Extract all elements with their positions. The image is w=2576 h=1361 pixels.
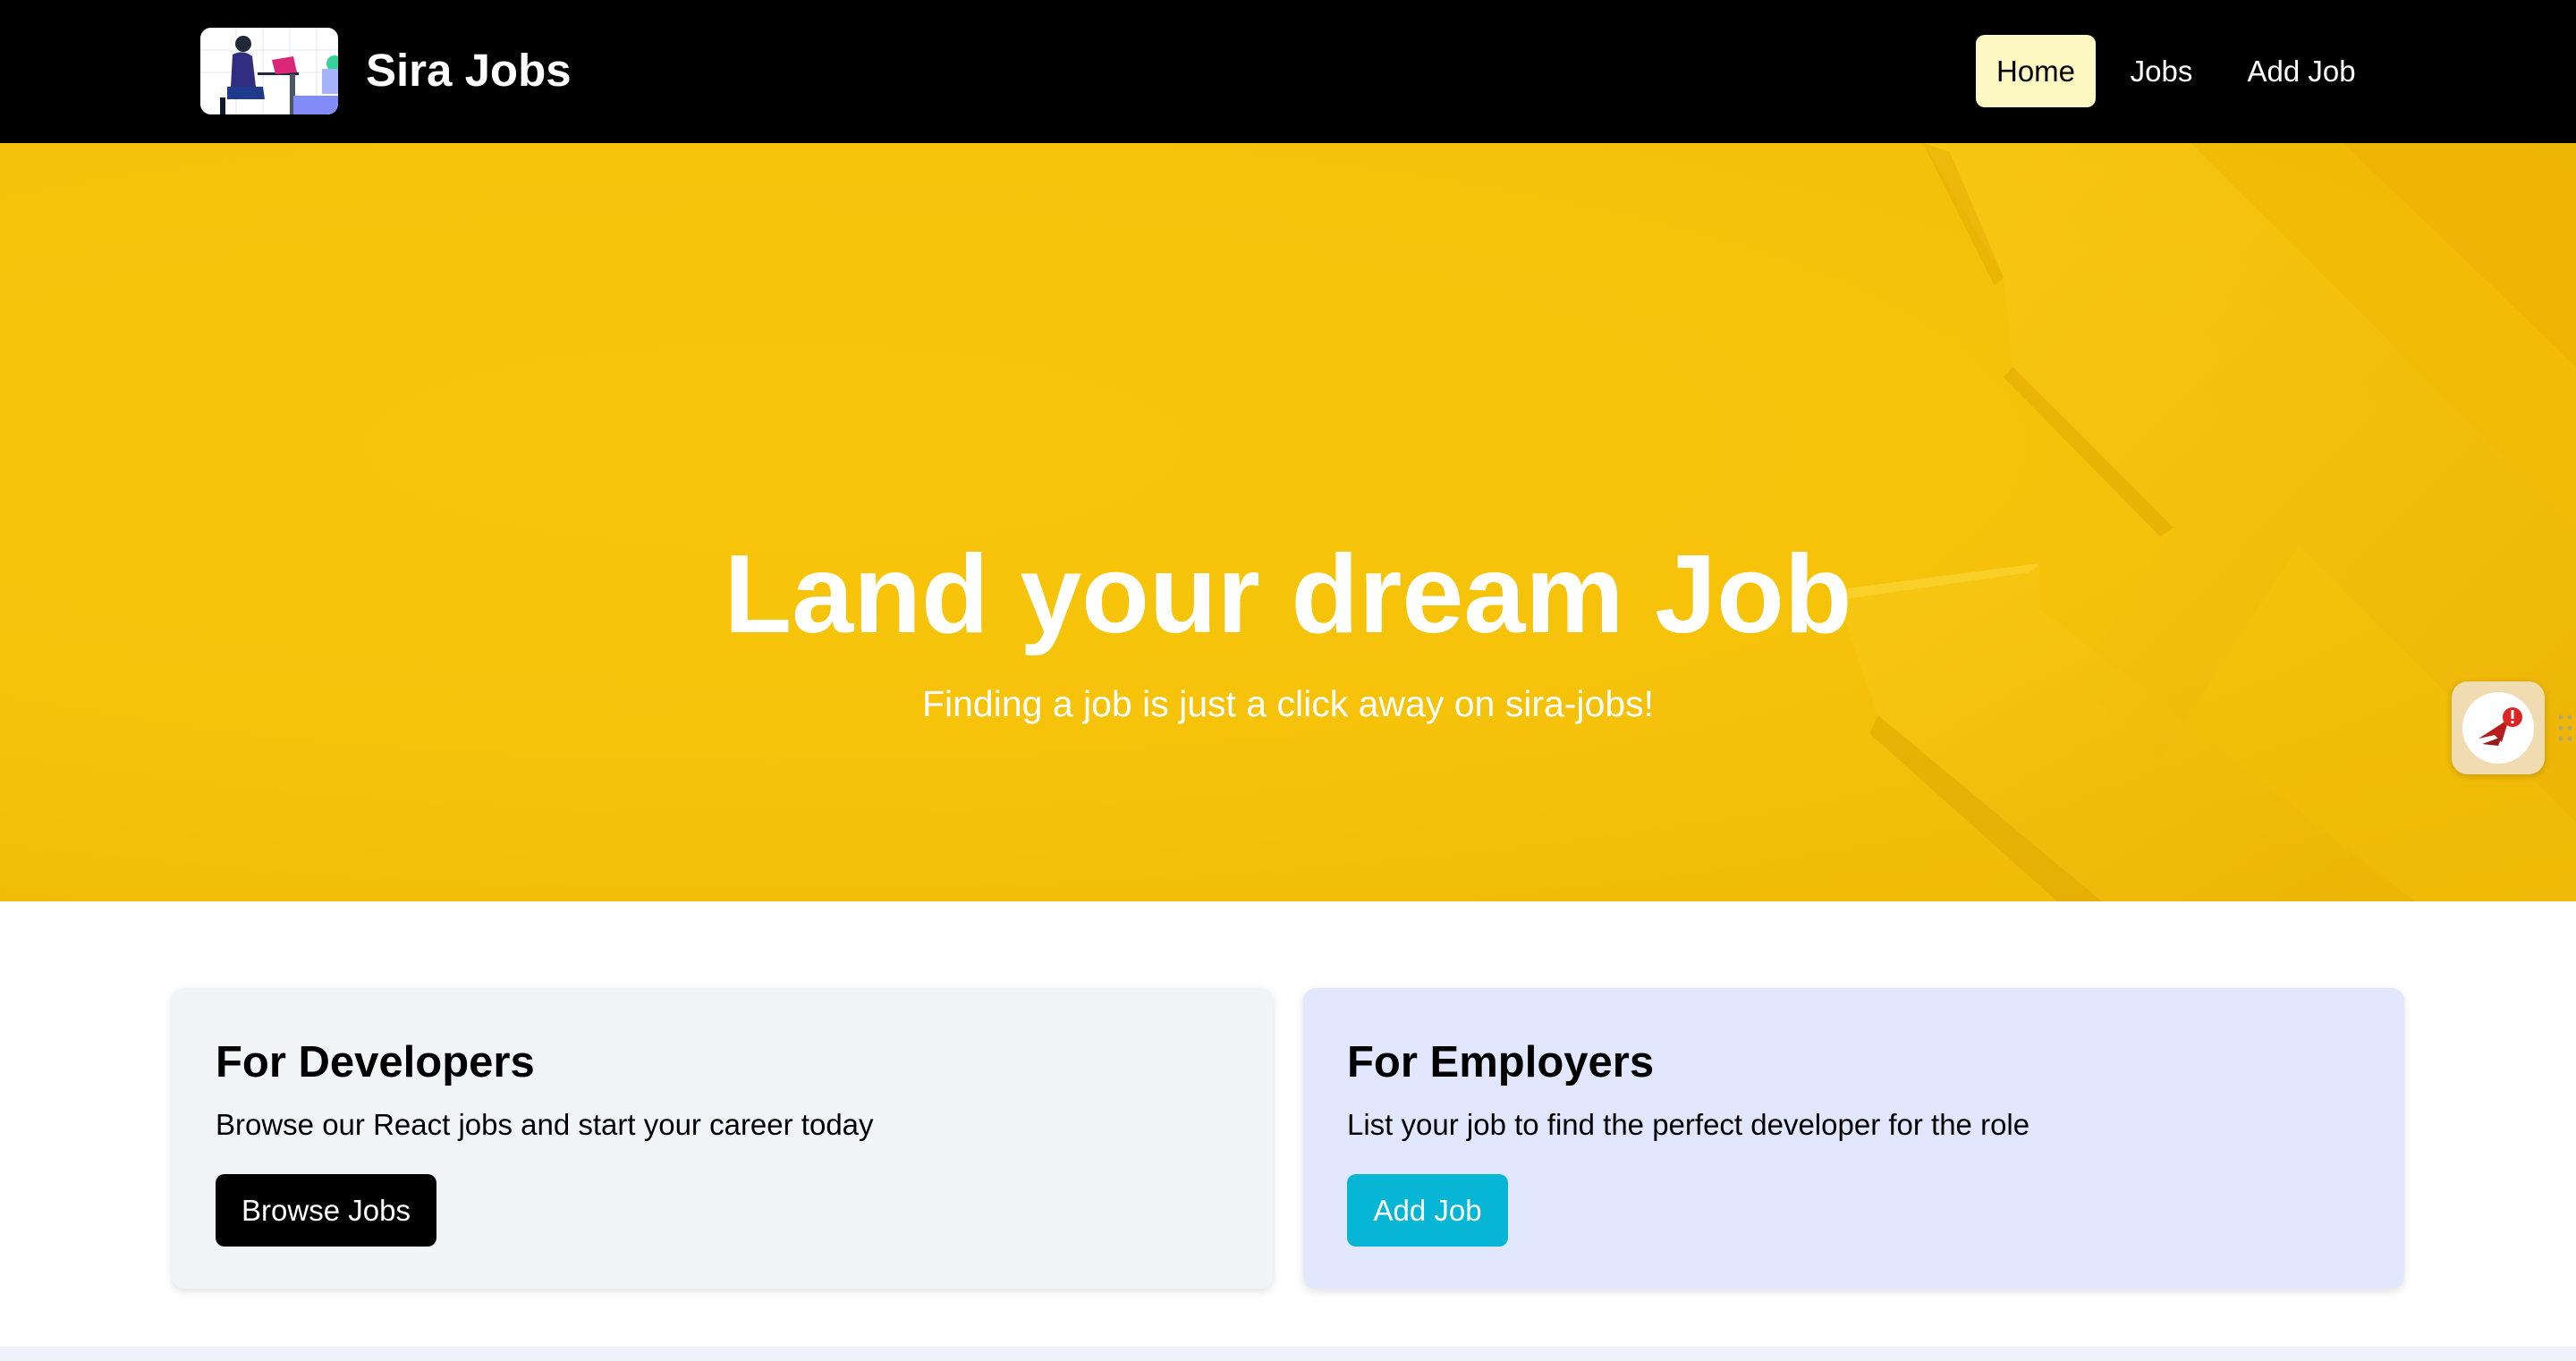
employers-card-title: For Employers: [1347, 1038, 1655, 1086]
next-section-edge: [0, 1347, 2576, 1361]
extension-widget-icon: [2462, 692, 2534, 764]
logo-illustration: [200, 28, 338, 114]
add-job-button[interactable]: Add Job: [1347, 1174, 1508, 1247]
logo[interactable]: [200, 28, 338, 114]
nav-link-home[interactable]: Home: [1976, 35, 2096, 107]
hero-section: Land your dream Job Finding a job is jus…: [0, 143, 2576, 901]
browse-jobs-button[interactable]: Browse Jobs: [216, 1174, 436, 1247]
brand-name[interactable]: Sira Jobs: [366, 41, 572, 100]
developers-card: For Developers Browse our React jobs and…: [172, 988, 1273, 1289]
nav-link-add-job[interactable]: Add Job: [2230, 35, 2373, 107]
extension-widget[interactable]: [2452, 681, 2545, 774]
hero-subtitle: Finding a job is just a click away on si…: [921, 683, 1655, 724]
employers-card: For Employers List your job to find the …: [1303, 988, 2404, 1289]
drag-handle-icon[interactable]: [2556, 712, 2574, 744]
nav-link-jobs[interactable]: Jobs: [2118, 35, 2205, 107]
hero-title: Land your dream Job: [724, 533, 1852, 656]
employers-card-text: List your job to find the perfect develo…: [1347, 1108, 2030, 1141]
developers-card-text: Browse our React jobs and start your car…: [216, 1108, 874, 1141]
navbar: Sira Jobs Home Jobs Add Job: [0, 0, 2576, 143]
hero-arrows-art: [1834, 143, 2576, 901]
developers-card-title: For Developers: [216, 1038, 535, 1086]
